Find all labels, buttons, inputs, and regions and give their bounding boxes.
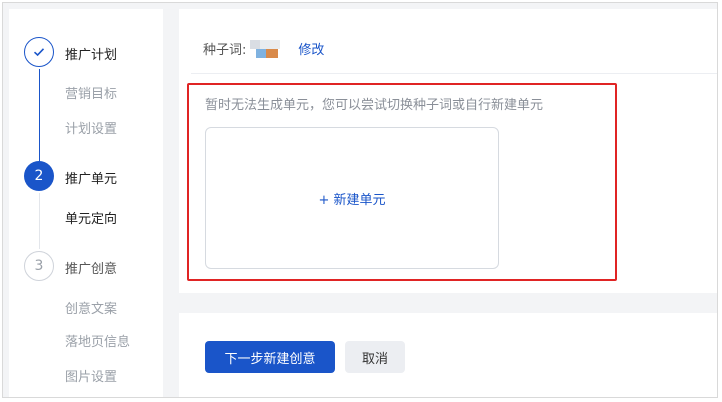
step-title-plan[interactable]: 推广计划 bbox=[65, 44, 117, 63]
step-number-3: 3 bbox=[24, 251, 54, 281]
step-sidebar: 推广计划 营销目标 计划设置 2 推广单元 单元定向 3 推广创意 创意文案 落… bbox=[9, 9, 163, 397]
seed-word-label: 种子词: bbox=[203, 43, 247, 58]
sub-item-creative-copy[interactable]: 创意文案 bbox=[65, 298, 117, 317]
action-bar: 下一步新建创意 取消 bbox=[179, 313, 717, 397]
edit-seed-link[interactable]: 修改 bbox=[298, 39, 324, 58]
seed-word-row: 种子词: 修改 bbox=[203, 39, 324, 58]
sub-item-marketing-goal[interactable]: 营销目标 bbox=[65, 83, 117, 102]
sub-item-image-settings[interactable]: 图片设置 bbox=[65, 366, 117, 385]
sub-item-plan-settings[interactable]: 计划设置 bbox=[65, 118, 117, 137]
step-number-2: 2 bbox=[24, 161, 54, 191]
sub-item-landing-page[interactable]: 落地页信息 bbox=[65, 331, 130, 350]
app-window: 推广计划 营销目标 计划设置 2 推广单元 单元定向 3 推广创意 创意文案 落… bbox=[2, 2, 718, 398]
new-unit-label: + 新建单元 bbox=[318, 192, 386, 208]
cancel-button[interactable]: 取消 bbox=[345, 341, 405, 373]
step-title-creative[interactable]: 推广创意 bbox=[65, 258, 117, 277]
no-unit-notice: 暂时无法生成单元，您可以尝试切换种子词或自行新建单元 bbox=[205, 98, 544, 113]
step-title-unit[interactable]: 推广单元 bbox=[65, 168, 117, 187]
next-create-creative-button[interactable]: 下一步新建创意 bbox=[205, 341, 335, 373]
seed-word-thumbnail bbox=[250, 39, 281, 58]
check-icon bbox=[24, 37, 54, 67]
new-unit-card[interactable]: + 新建单元 bbox=[205, 127, 499, 269]
step-connector bbox=[39, 193, 40, 249]
divider bbox=[191, 73, 717, 74]
sub-item-unit-targeting[interactable]: 单元定向 bbox=[65, 208, 117, 227]
step-connector bbox=[39, 69, 40, 165]
